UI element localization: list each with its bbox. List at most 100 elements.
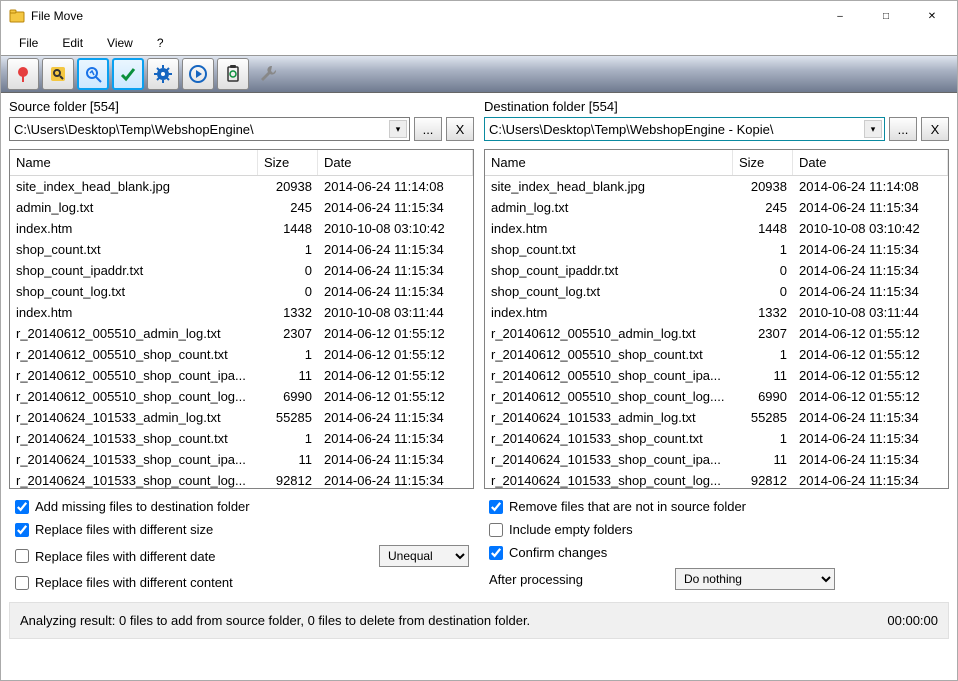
table-row[interactable]: r_20140624_101533_shop_count_log...92812… bbox=[485, 470, 948, 488]
col-header-date[interactable]: Date bbox=[793, 150, 948, 175]
opt-replace-size[interactable]: Replace files with different size bbox=[15, 522, 469, 537]
table-row[interactable]: r_20140612_005510_shop_count_log...69902… bbox=[10, 386, 473, 407]
chevron-down-icon[interactable]: ▾ bbox=[864, 120, 882, 138]
menu-edit[interactable]: Edit bbox=[50, 34, 95, 52]
table-row[interactable]: r_20140612_005510_shop_count.txt12014-06… bbox=[485, 344, 948, 365]
table-row[interactable]: index.htm14482010-10-08 03:10:42 bbox=[10, 218, 473, 239]
col-header-name[interactable]: Name bbox=[10, 150, 258, 175]
table-row[interactable]: index.htm13322010-10-08 03:11:44 bbox=[10, 302, 473, 323]
table-row[interactable]: r_20140624_101533_admin_log.txt552852014… bbox=[10, 407, 473, 428]
table-row[interactable]: shop_count_log.txt02014-06-24 11:15:34 bbox=[10, 281, 473, 302]
cell-name: r_20140612_005510_admin_log.txt bbox=[10, 325, 258, 342]
table-row[interactable]: index.htm13322010-10-08 03:11:44 bbox=[485, 302, 948, 323]
dest-clear-button[interactable]: X bbox=[921, 117, 949, 141]
table-row[interactable]: admin_log.txt2452014-06-24 11:15:34 bbox=[10, 197, 473, 218]
toolbar-search-icon[interactable] bbox=[42, 58, 74, 90]
source-file-list[interactable]: Name Size Date site_index_head_blank.jpg… bbox=[9, 149, 474, 489]
close-button[interactable]: ✕ bbox=[909, 1, 955, 31]
cell-name: r_20140624_101533_shop_count_log... bbox=[485, 472, 733, 488]
cell-date: 2014-06-12 01:55:12 bbox=[318, 388, 473, 405]
toolbar-gear-icon[interactable] bbox=[147, 58, 179, 90]
table-row[interactable]: shop_count.txt12014-06-24 11:15:34 bbox=[485, 239, 948, 260]
cell-size: 6990 bbox=[733, 388, 793, 405]
col-header-size[interactable]: Size bbox=[258, 150, 318, 175]
table-row[interactable]: shop_count_ipaddr.txt02014-06-24 11:15:3… bbox=[10, 260, 473, 281]
source-path-text: C:\Users\Desktop\Temp\WebshopEngine\ bbox=[14, 122, 254, 137]
menu-file[interactable]: File bbox=[7, 34, 50, 52]
table-row[interactable]: r_20140624_101533_shop_count.txt12014-06… bbox=[485, 428, 948, 449]
col-header-date[interactable]: Date bbox=[318, 150, 473, 175]
maximize-button[interactable]: □ bbox=[863, 1, 909, 31]
status-bar: Analyzing result: 0 files to add from so… bbox=[9, 602, 949, 639]
cell-size: 6990 bbox=[258, 388, 318, 405]
opt-confirm[interactable]: Confirm changes bbox=[489, 545, 943, 560]
toolbar-pin-icon[interactable] bbox=[7, 58, 39, 90]
table-row[interactable]: r_20140624_101533_shop_count_ipa...11201… bbox=[10, 449, 473, 470]
col-header-name[interactable]: Name bbox=[485, 150, 733, 175]
cell-size: 92812 bbox=[258, 472, 318, 488]
table-row[interactable]: site_index_head_blank.jpg209382014-06-24… bbox=[485, 176, 948, 197]
cell-date: 2014-06-12 01:55:12 bbox=[793, 367, 948, 384]
menu-help[interactable]: ? bbox=[145, 34, 176, 52]
source-browse-button[interactable]: ... bbox=[414, 117, 442, 141]
minimize-button[interactable]: – bbox=[817, 1, 863, 31]
table-row[interactable]: site_index_head_blank.jpg209382014-06-24… bbox=[10, 176, 473, 197]
table-row[interactable]: r_20140612_005510_shop_count_log....6990… bbox=[485, 386, 948, 407]
opt-replace-content[interactable]: Replace files with different content bbox=[15, 575, 469, 590]
cell-size: 20938 bbox=[733, 178, 793, 195]
opt-include-empty[interactable]: Include empty folders bbox=[489, 522, 943, 537]
toolbar-analyze-icon[interactable] bbox=[77, 58, 109, 90]
toolbar-play-icon[interactable] bbox=[182, 58, 214, 90]
chevron-down-icon[interactable]: ▾ bbox=[389, 120, 407, 138]
cell-date: 2014-06-12 01:55:12 bbox=[793, 346, 948, 363]
cell-name: r_20140612_005510_admin_log.txt bbox=[485, 325, 733, 342]
cell-name: r_20140624_101533_shop_count_log... bbox=[10, 472, 258, 488]
source-clear-button[interactable]: X bbox=[446, 117, 474, 141]
table-row[interactable]: r_20140612_005510_admin_log.txt23072014-… bbox=[10, 323, 473, 344]
cell-size: 55285 bbox=[258, 409, 318, 426]
cell-name: r_20140624_101533_shop_count_ipa... bbox=[10, 451, 258, 468]
cell-name: index.htm bbox=[485, 304, 733, 321]
table-row[interactable]: r_20140612_005510_shop_count_ipa...11201… bbox=[485, 365, 948, 386]
table-row[interactable]: r_20140612_005510_shop_count.txt12014-06… bbox=[10, 344, 473, 365]
source-path-combo[interactable]: C:\Users\Desktop\Temp\WebshopEngine\ ▾ bbox=[9, 117, 410, 141]
opt-replace-date[interactable]: Replace files with different date bbox=[15, 549, 215, 564]
cell-date: 2014-06-24 11:15:34 bbox=[793, 262, 948, 279]
opt-remove-not-in-source[interactable]: Remove files that are not in source fold… bbox=[489, 499, 943, 514]
toolbar bbox=[1, 55, 957, 93]
status-text: Analyzing result: 0 files to add from so… bbox=[20, 613, 530, 628]
cell-size: 0 bbox=[258, 283, 318, 300]
toolbar-clipboard-icon[interactable] bbox=[217, 58, 249, 90]
dest-browse-button[interactable]: ... bbox=[889, 117, 917, 141]
table-row[interactable]: shop_count.txt12014-06-24 11:15:34 bbox=[10, 239, 473, 260]
table-row[interactable]: shop_count_ipaddr.txt02014-06-24 11:15:3… bbox=[485, 260, 948, 281]
cell-size: 1332 bbox=[733, 304, 793, 321]
table-row[interactable]: r_20140624_101533_shop_count.txt12014-06… bbox=[10, 428, 473, 449]
table-row[interactable]: r_20140612_005510_shop_count_ipa...11201… bbox=[10, 365, 473, 386]
toolbar-check-icon[interactable] bbox=[112, 58, 144, 90]
table-row[interactable]: index.htm14482010-10-08 03:10:42 bbox=[485, 218, 948, 239]
menu-view[interactable]: View bbox=[95, 34, 145, 52]
toolbar-wrench-icon[interactable] bbox=[252, 58, 284, 90]
cell-name: r_20140624_101533_shop_count.txt bbox=[10, 430, 258, 447]
cell-name: r_20140612_005510_shop_count_ipa... bbox=[10, 367, 258, 384]
cell-name: admin_log.txt bbox=[10, 199, 258, 216]
dest-path-combo[interactable]: C:\Users\Desktop\Temp\WebshopEngine - Ko… bbox=[484, 117, 885, 141]
cell-size: 1448 bbox=[258, 220, 318, 237]
dest-file-list[interactable]: Name Size Date site_index_head_blank.jpg… bbox=[484, 149, 949, 489]
cell-name: r_20140612_005510_shop_count.txt bbox=[485, 346, 733, 363]
table-row[interactable]: r_20140612_005510_admin_log.txt23072014-… bbox=[485, 323, 948, 344]
date-compare-select[interactable]: Unequal bbox=[379, 545, 469, 567]
table-row[interactable]: admin_log.txt2452014-06-24 11:15:34 bbox=[485, 197, 948, 218]
after-processing-select[interactable]: Do nothing bbox=[675, 568, 835, 590]
cell-date: 2014-06-24 11:14:08 bbox=[793, 178, 948, 195]
opt-add-missing[interactable]: Add missing files to destination folder bbox=[15, 499, 469, 514]
table-row[interactable]: r_20140624_101533_admin_log.txt552852014… bbox=[485, 407, 948, 428]
cell-size: 1 bbox=[733, 241, 793, 258]
window-title: File Move bbox=[31, 9, 817, 23]
table-row[interactable]: r_20140624_101533_shop_count_ipa...11201… bbox=[485, 449, 948, 470]
table-row[interactable]: shop_count_log.txt02014-06-24 11:15:34 bbox=[485, 281, 948, 302]
table-row[interactable]: r_20140624_101533_shop_count_log...92812… bbox=[10, 470, 473, 488]
col-header-size[interactable]: Size bbox=[733, 150, 793, 175]
cell-date: 2014-06-24 11:15:34 bbox=[318, 409, 473, 426]
